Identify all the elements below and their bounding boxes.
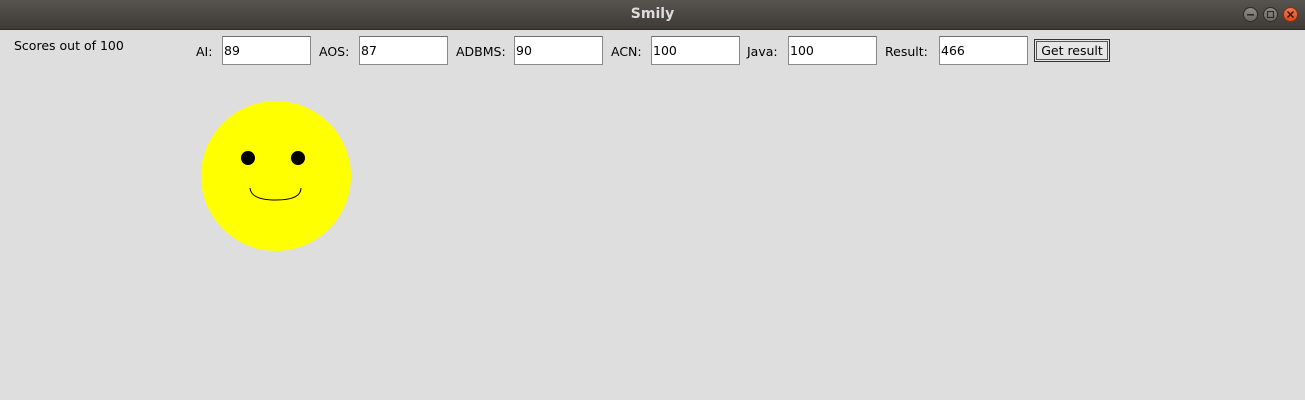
aos-score-input[interactable]: 87 — [359, 36, 448, 65]
acn-score-input[interactable]: 100 — [651, 36, 740, 65]
minimize-button[interactable] — [1243, 7, 1258, 22]
java-label: Java: — [747, 44, 778, 59]
result-label: Result: — [885, 44, 928, 59]
close-icon — [1286, 10, 1295, 19]
adbms-score-input[interactable]: 90 — [514, 36, 603, 65]
acn-label: ACN: — [611, 44, 642, 59]
window-title: Smily — [630, 6, 675, 22]
scores-header-label: Scores out of 100 — [14, 38, 124, 53]
app-window: Smily Scores out of 100 AI: 89 AOS: 87 A… — [0, 0, 1305, 400]
main-panel: Scores out of 100 AI: 89 AOS: 87 ADBMS: … — [0, 30, 1305, 400]
close-button[interactable] — [1283, 7, 1298, 22]
maximize-icon — [1266, 10, 1275, 19]
maximize-button[interactable] — [1263, 7, 1278, 22]
result-field[interactable]: 466 — [939, 36, 1028, 65]
smiley-left-eye — [241, 151, 255, 165]
get-result-button[interactable]: Get result — [1034, 39, 1110, 62]
adbms-label: ADBMS: — [456, 44, 506, 59]
minimize-icon — [1247, 14, 1254, 16]
java-score-input[interactable]: 100 — [788, 36, 877, 65]
smiley-face — [201, 101, 351, 251]
aos-label: AOS: — [319, 44, 350, 59]
ai-label: AI: — [196, 44, 213, 59]
smiley-right-eye — [291, 151, 305, 165]
ai-score-input[interactable]: 89 — [222, 36, 311, 65]
smiley-face-drawing — [201, 101, 351, 251]
title-bar[interactable]: Smily — [0, 0, 1305, 30]
